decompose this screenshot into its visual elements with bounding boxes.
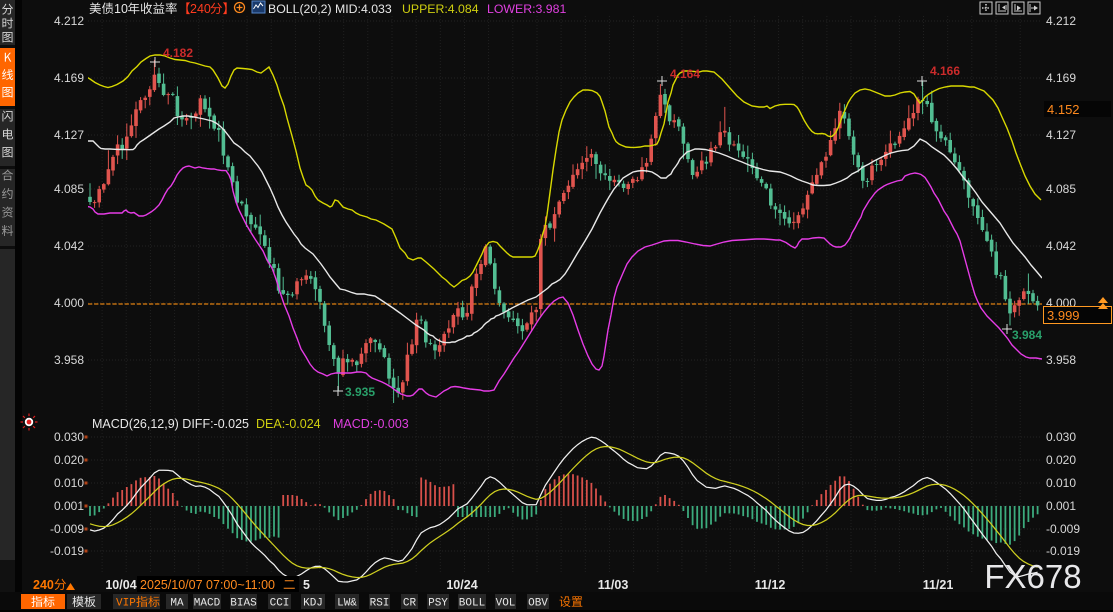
svg-text:4.085: 4.085 [54,182,84,196]
svg-text:MACD(26,12,9) DIFF:-0.025: MACD(26,12,9) DIFF:-0.025 [92,417,249,431]
svg-text:0.020: 0.020 [54,453,84,467]
svg-text:0.010: 0.010 [1046,476,1076,490]
svg-text:4.127: 4.127 [54,128,84,142]
svg-text:4.212: 4.212 [1046,14,1076,28]
svg-text:5: 5 [303,578,310,592]
svg-text:0.020: 0.020 [1046,453,1076,467]
svg-text:4.042: 4.042 [1046,239,1076,253]
svg-text:OBV: OBV [528,598,548,610]
svg-text:4.127: 4.127 [1046,128,1076,142]
svg-text:4.169: 4.169 [1046,71,1076,85]
svg-text:240: 240 [190,2,211,16]
svg-text:11/03: 11/03 [598,578,629,592]
svg-text:BOLL: BOLL [459,598,485,610]
svg-text:4.042: 4.042 [54,239,84,253]
svg-text:-0.009: -0.009 [50,522,84,536]
svg-text:2025/10/07 07:00~11:00: 2025/10/07 07:00~11:00 [140,578,275,592]
svg-text:LW&: LW& [337,598,357,610]
svg-text:MACD:-0.003: MACD:-0.003 [333,417,409,431]
svg-text:0.030: 0.030 [54,430,84,444]
svg-text:MA: MA [170,598,184,610]
svg-text:3.984: 3.984 [1012,328,1042,342]
svg-text:4.182: 4.182 [163,46,193,60]
svg-text:VIP: VIP [116,598,136,610]
svg-text:4.169: 4.169 [54,71,84,85]
svg-text:4.164: 4.164 [670,67,700,81]
svg-text:0.001: 0.001 [54,499,84,513]
svg-text:UPPER:4.084: UPPER:4.084 [402,2,479,16]
svg-text:240: 240 [33,578,54,592]
svg-text:DEA:-0.024: DEA:-0.024 [256,417,321,431]
svg-text:LOWER:3.981: LOWER:3.981 [487,2,566,16]
svg-text:PSY: PSY [428,598,448,610]
svg-text:BIAS: BIAS [230,598,257,610]
svg-text:10/24: 10/24 [446,578,477,592]
svg-text:-0.019: -0.019 [1046,544,1080,558]
svg-text:3.935: 3.935 [345,385,375,399]
svg-text:BOLL(20,2) MID:4.033: BOLL(20,2) MID:4.033 [268,2,392,16]
svg-text:-0.009: -0.009 [1046,522,1080,536]
svg-text:3.999: 3.999 [1047,308,1080,323]
svg-text:10: 10 [114,2,128,16]
svg-text:3.958: 3.958 [1046,353,1076,367]
svg-text:RSI: RSI [370,598,390,610]
svg-text:11/21: 11/21 [923,578,954,592]
svg-text:4.085: 4.085 [1046,182,1076,196]
svg-text:CCI: CCI [270,598,290,610]
svg-text:FX678: FX678 [984,558,1081,595]
svg-text:KDJ: KDJ [303,598,323,610]
svg-text:3.958: 3.958 [54,353,84,367]
svg-text:4.000: 4.000 [54,296,84,310]
svg-text:11/12: 11/12 [755,578,786,592]
svg-text:VOL: VOL [496,598,516,610]
svg-text:4.152: 4.152 [1047,102,1080,117]
svg-text:MACD: MACD [194,598,221,610]
svg-text:0.001: 0.001 [1046,499,1076,513]
svg-text:4.212: 4.212 [54,14,84,28]
svg-text:CR: CR [403,598,417,610]
svg-text:-0.019: -0.019 [50,544,84,558]
svg-text:0.030: 0.030 [1046,430,1076,444]
svg-text:4.166: 4.166 [930,64,960,78]
svg-text:10/04: 10/04 [105,578,136,592]
svg-text:0.010: 0.010 [54,476,84,490]
